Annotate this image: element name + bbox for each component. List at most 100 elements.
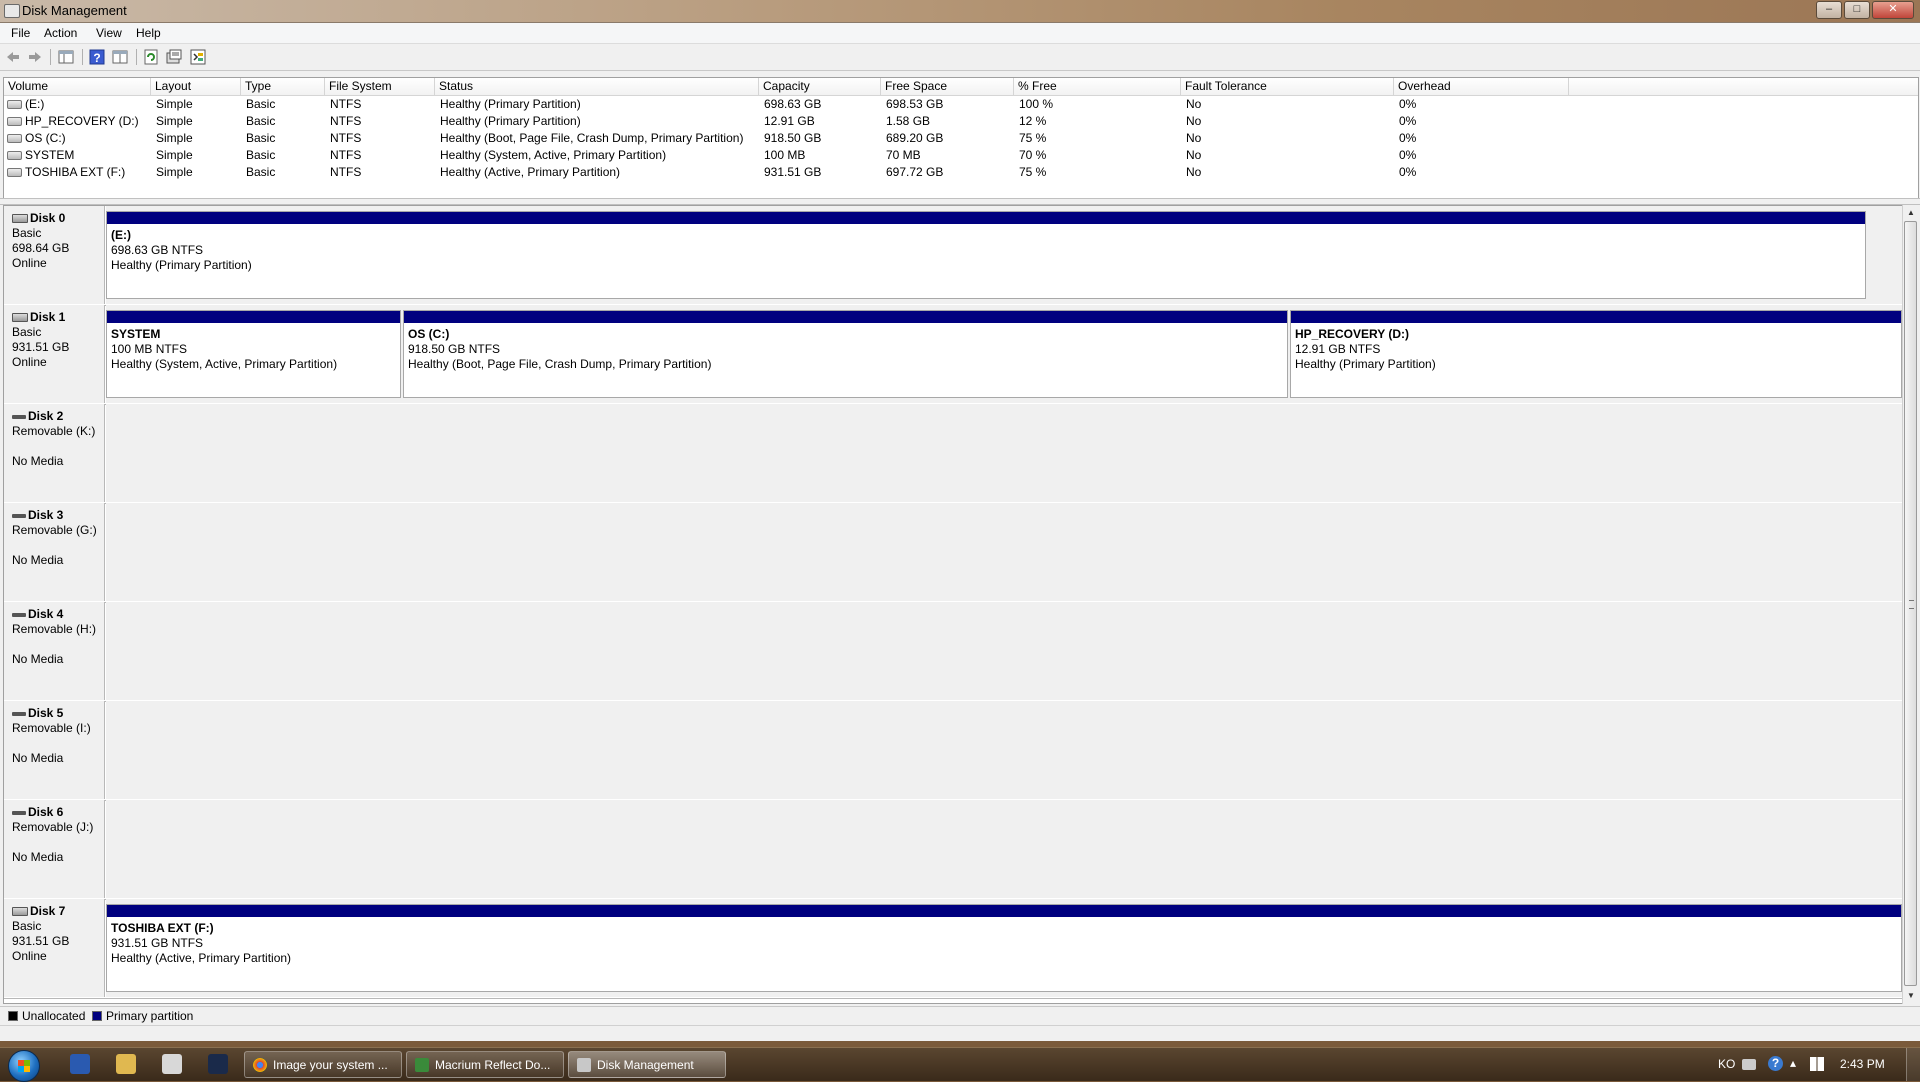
scroll-down-arrow-icon[interactable]: ▼: [1906, 991, 1916, 1001]
help-icon[interactable]: ?: [89, 49, 105, 65]
action-center-icon[interactable]: [1810, 1057, 1824, 1071]
command-prompt-pinned-icon[interactable]: [208, 1054, 228, 1074]
title-bar[interactable]: Disk Management – □ ✕: [0, 0, 1920, 23]
show-hide-console-tree-icon[interactable]: [58, 49, 74, 65]
cell-status: Healthy (Boot, Page File, Crash Dump, Pr…: [435, 130, 743, 147]
settings-icon[interactable]: [190, 49, 206, 65]
column-header-volume[interactable]: Volume: [4, 78, 151, 95]
column-header-percent-free[interactable]: % Free: [1014, 78, 1181, 95]
partition-info: TOSHIBA EXT (F:) 931.51 GB NTFS Healthy (A…: [111, 921, 291, 966]
disk-size: 931.51 GB: [12, 934, 70, 948]
legend-swatch-unallocated: [8, 1011, 18, 1021]
column-header-layout[interactable]: Layout: [151, 78, 241, 95]
cell-free-space: 698.53 GB: [881, 96, 943, 113]
taskbar-button-label: Macrium Reflect Do...: [435, 1058, 551, 1072]
cell-text: 931.51 GB: [764, 165, 822, 179]
volume-row[interactable]: SYSTEM Simple Basic NTFS Healthy (System, Ac…: [4, 147, 1918, 164]
disk-label[interactable]: Disk 3 Removable (G:) No Media: [4, 503, 105, 601]
cell-text: 12 %: [1019, 114, 1047, 128]
menu-file[interactable]: File: [11, 26, 30, 40]
disk-size: [12, 835, 104, 850]
scrollbar-thumb[interactable]: [1904, 221, 1917, 986]
taskbar-button-disk-management[interactable]: Disk Management: [568, 1051, 726, 1078]
disk-label[interactable]: Disk 0 Basic 698.64 GB Online: [4, 206, 105, 304]
disk-size: [12, 439, 104, 454]
taskbar-button-chrome[interactable]: Image your system ...: [244, 1051, 402, 1078]
vertical-scrollbar[interactable]: ▲ ▼: [1902, 205, 1919, 1004]
maximize-button[interactable]: □: [1844, 1, 1870, 19]
disk-state: No Media: [12, 850, 64, 864]
cell-volume: TOSHIBA EXT (F:): [4, 164, 125, 181]
minimize-button[interactable]: –: [1816, 1, 1842, 19]
column-header-overhead[interactable]: Overhead: [1394, 78, 1569, 95]
partition-name: (E:): [111, 228, 131, 242]
help-tray-icon[interactable]: ?: [1768, 1056, 1783, 1071]
column-header-status[interactable]: Status: [435, 78, 759, 95]
language-indicator[interactable]: KO: [1718, 1057, 1735, 1071]
refresh-icon[interactable]: [143, 49, 159, 65]
notepad-pinned-icon[interactable]: [162, 1054, 182, 1074]
menu-action[interactable]: Action: [44, 26, 77, 40]
volume-list[interactable]: Volume Layout Type File System Status Ca…: [3, 77, 1919, 199]
column-header-free-space[interactable]: Free Space: [881, 78, 1014, 95]
partition-info: HP_RECOVERY (D:) 12.91 GB NTFS Healthy (Pr…: [1295, 327, 1436, 372]
cell-type: Basic: [241, 147, 275, 164]
cell-text: OS (C:): [25, 131, 66, 145]
menu-help[interactable]: Help: [136, 26, 161, 40]
cell-text: No: [1186, 114, 1202, 128]
explorer-pinned-icon[interactable]: [116, 1054, 136, 1074]
show-hidden-icons-icon[interactable]: ▴: [1790, 1056, 1796, 1070]
disk-size: [12, 736, 104, 751]
volume-row[interactable]: HP_RECOVERY (D:) Simple Basic NTFS Healthy (…: [4, 113, 1918, 130]
close-button[interactable]: ✕: [1872, 1, 1914, 19]
cell-volume: HP_RECOVERY (D:): [4, 113, 139, 130]
cell-text: 0%: [1399, 114, 1417, 128]
disk-management-app-icon[interactable]: [4, 4, 20, 18]
volume-row[interactable]: OS (C:) Simple Basic NTFS Healthy (Boot, Pag…: [4, 130, 1918, 147]
volume-row[interactable]: TOSHIBA EXT (F:) Simple Basic NTFS Healthy (…: [4, 164, 1918, 181]
window-title: Disk Management: [22, 3, 127, 18]
show-desktop-button[interactable]: [1906, 1048, 1920, 1081]
scroll-up-arrow-icon[interactable]: ▲: [1906, 208, 1916, 218]
removable-device-tray-icon[interactable]: [1742, 1059, 1756, 1070]
volume-row[interactable]: (E:) Simple Basic NTFS Healthy (Primary Part…: [4, 96, 1918, 113]
column-header-type[interactable]: Type: [241, 78, 325, 95]
disk-type: Removable (K:): [12, 424, 96, 438]
cell-file-system: NTFS: [325, 96, 361, 113]
back-icon[interactable]: [5, 49, 21, 65]
disk-label[interactable]: Disk 2 Removable (K:) No Media: [4, 404, 105, 502]
disk-label[interactable]: Disk 4 Removable (H:) No Media: [4, 602, 105, 700]
clock[interactable]: 2:43 PM: [1840, 1057, 1885, 1071]
column-header-fault-tolerance[interactable]: Fault Tolerance: [1181, 78, 1394, 95]
partition-block[interactable]: HP_RECOVERY (D:) 12.91 GB NTFS Healthy (Pr…: [1290, 310, 1902, 398]
partition-info: OS (C:) 918.50 GB NTFS Healthy (Boot, Page…: [408, 327, 711, 372]
partition-block[interactable]: OS (C:) 918.50 GB NTFS Healthy (Boot, Page…: [403, 310, 1288, 398]
cell-text: 70 MB: [886, 148, 921, 162]
properties-view-icon[interactable]: [112, 49, 128, 65]
disk-label[interactable]: Disk 7 Basic 931.51 GB Online: [4, 899, 105, 997]
partition-block[interactable]: (E:) 698.63 GB NTFS Healthy (Primary Parti…: [106, 211, 1866, 299]
disk-label[interactable]: Disk 1 Basic 931.51 GB Online: [4, 305, 105, 403]
partition-info: (E:) 698.63 GB NTFS Healthy (Primary Parti…: [111, 228, 252, 273]
taskbar-button-macrium[interactable]: Macrium Reflect Do...: [406, 1051, 564, 1078]
scrollbar-grip-icon: [1909, 600, 1914, 609]
column-header-capacity[interactable]: Capacity: [759, 78, 881, 95]
disk-label[interactable]: Disk 6 Removable (J:) No Media: [4, 800, 105, 898]
partition-block[interactable]: SYSTEM 100 MB NTFS Healthy (System, Active…: [106, 310, 401, 398]
toolbar-separator: [82, 49, 83, 65]
cell-capacity: 931.51 GB: [759, 164, 821, 181]
rescan-disks-icon[interactable]: [166, 49, 182, 65]
word-pinned-icon[interactable]: [70, 1054, 90, 1074]
disk-partitions-area: TOSHIBA EXT (F:) 931.51 GB NTFS Healthy (A…: [106, 899, 1902, 997]
forward-icon[interactable]: [27, 49, 43, 65]
cell-text: HP_RECOVERY (D:): [25, 114, 139, 128]
pane-splitter[interactable]: [0, 198, 1920, 205]
disk-label[interactable]: Disk 5 Removable (I:) No Media: [4, 701, 105, 799]
cell-text: No: [1186, 97, 1202, 111]
start-button[interactable]: [8, 1050, 40, 1082]
partition-size: 12.91 GB NTFS: [1295, 342, 1381, 356]
cell-percent-free: 70 %: [1014, 147, 1046, 164]
partition-block[interactable]: TOSHIBA EXT (F:) 931.51 GB NTFS Healthy (A…: [106, 904, 1902, 992]
column-header-file-system[interactable]: File System: [325, 78, 435, 95]
menu-view[interactable]: View: [96, 26, 122, 40]
